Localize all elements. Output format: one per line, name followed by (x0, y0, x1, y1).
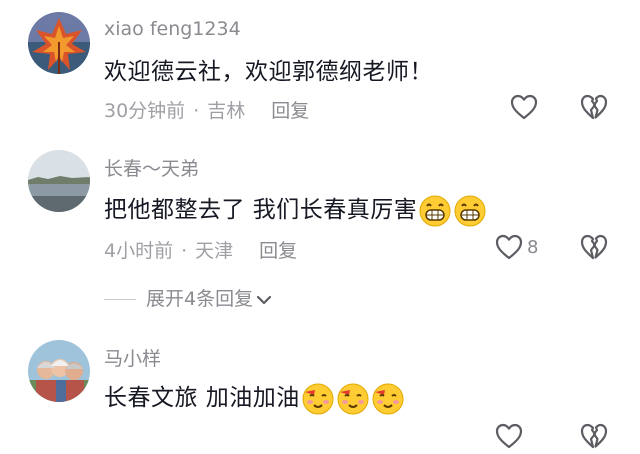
blush-emoji-icon (372, 383, 404, 414)
heart-outline-icon (495, 234, 523, 260)
comment-text: 欢迎德云社，欢迎郭德纲老师！ (104, 59, 433, 85)
username[interactable]: 长春～天弟 (104, 154, 199, 181)
reply-button[interactable]: 回复 (271, 100, 309, 122)
like-button[interactable] (494, 233, 524, 261)
avatar[interactable] (28, 150, 90, 212)
chevron-down-icon (256, 295, 272, 304)
comment-time: 4小时前 (104, 240, 174, 262)
like-button[interactable] (509, 93, 539, 121)
comment-meta: 30分钟前 · 吉林 回复 (104, 96, 309, 123)
grin-emoji-icon (419, 195, 451, 226)
comment-text: 把他都整去了 我们长春真厉害 (104, 190, 487, 228)
comment-location: 天津 (195, 240, 234, 262)
like-count: 8 (527, 237, 539, 258)
reply-button[interactable]: 回复 (259, 240, 297, 262)
comment-time: 30分钟前 (104, 100, 186, 122)
heart-outline-icon (495, 423, 523, 449)
avatar[interactable] (28, 340, 90, 402)
meta-separator: · (193, 100, 200, 122)
username[interactable]: 马小样 (104, 344, 161, 371)
expand-replies-button[interactable]: 展开4条回复 (104, 284, 273, 310)
avatar[interactable] (28, 12, 90, 74)
comment-text-content: 把他都整去了 我们长春真厉害 (104, 197, 418, 223)
comment-location: 吉林 (207, 100, 246, 122)
like-button[interactable] (494, 422, 524, 450)
comment-text-content: 长春文旅 加油加油 (104, 385, 300, 411)
heart-outline-icon (510, 94, 538, 120)
grin-emoji-icon (454, 195, 486, 226)
broken-heart-icon (580, 234, 608, 260)
comment-item: xiao feng1234 欢迎德云社，欢迎郭德纲老师！ 30分钟前 · 吉林 回复 (0, 0, 640, 140)
expand-replies-label: 展开4条回复 (146, 288, 254, 310)
broken-heart-icon (580, 94, 608, 120)
dislike-button[interactable] (579, 233, 609, 261)
username[interactable]: xiao feng1234 (104, 18, 241, 40)
comment-meta: 4小时前 · 天津 回复 (104, 236, 297, 263)
broken-heart-icon (580, 423, 608, 449)
blush-emoji-icon (337, 383, 369, 414)
comment-text: 长春文旅 加油加油 (104, 378, 405, 416)
dislike-button[interactable] (579, 422, 609, 450)
comment-item: 马小样 长春文旅 加油加油 (0, 330, 640, 449)
divider (104, 299, 136, 300)
meta-separator: · (181, 240, 188, 262)
blush-emoji-icon (302, 383, 334, 414)
comment-item: 长春～天弟 把他都整去了 我们长春真厉害 4小时前 · 天津 回复 8 (0, 140, 640, 270)
dislike-button[interactable] (579, 93, 609, 121)
